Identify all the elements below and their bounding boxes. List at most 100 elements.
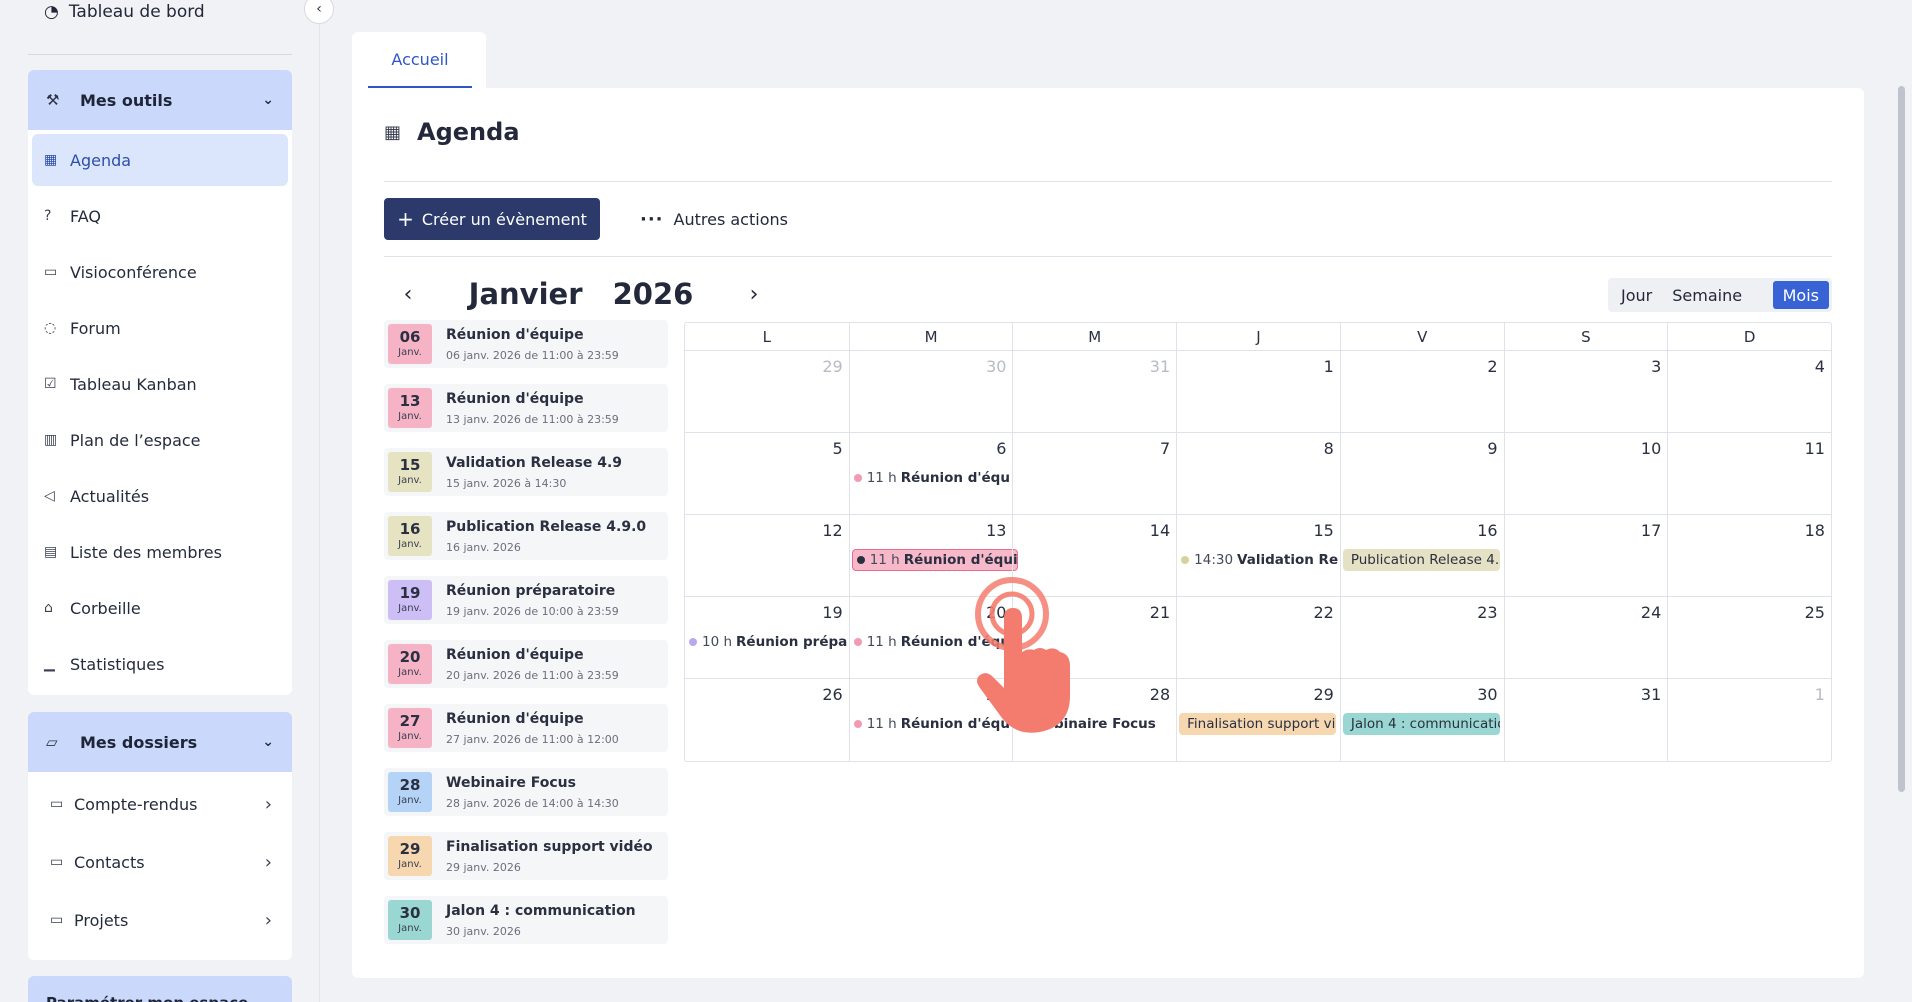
calendar-day-cell[interactable]: 1 xyxy=(1667,679,1831,761)
calendar-day-cell[interactable]: 24 xyxy=(1503,597,1668,678)
folder-item-label: Compte-rendus xyxy=(74,794,198,814)
calendar-day-cell[interactable]: 20 11 hRéunion d'équipe xyxy=(848,597,1013,678)
calendar-event[interactable]: 11 hRéunion d'équipe xyxy=(853,467,1010,489)
day-number: 18 xyxy=(1804,521,1825,540)
calendar-week-row: 29 30 31 1 2 3 4 xyxy=(685,351,1831,433)
view-week-button[interactable]: Semaine xyxy=(1662,281,1752,309)
calendar-day-cell[interactable]: 2 xyxy=(1339,351,1504,432)
calendar-day-cell[interactable]: 1 xyxy=(1176,351,1340,432)
settings-panel-header[interactable]: Paramétrer mon espace xyxy=(28,976,292,1002)
calendar-day-cell[interactable]: 31 xyxy=(1012,351,1176,432)
folder-item-contacts[interactable]: ▭ Contacts › xyxy=(34,834,286,890)
calendar-day-cell[interactable]: 28 Webinaire Focus xyxy=(1012,679,1176,761)
calendar-day-cell[interactable]: 11 xyxy=(1667,433,1831,514)
event-subtitle: 19 janv. 2026 de 10:00 à 23:59 xyxy=(446,604,619,618)
more-actions-button[interactable]: ··· Autres actions xyxy=(640,198,788,240)
weekday-label: L xyxy=(762,328,772,346)
sidebar-item-tableau-kanban[interactable]: ☑ Tableau Kanban xyxy=(32,358,288,410)
weekday-label: J xyxy=(1176,323,1340,351)
calendar-day-cell[interactable]: 19 10 hRéunion préparatoire xyxy=(685,597,849,678)
day-number: 29 xyxy=(822,357,843,376)
event-title: Réunion d'équipe xyxy=(900,716,1011,732)
event-list-item[interactable]: 06 Janv. Réunion d'équipe 06 janv. 2026 de … xyxy=(384,320,668,368)
event-list-item[interactable]: 27 Janv. Réunion d'équipe 27 janv. 2026 de … xyxy=(384,704,668,752)
event-day: 19 xyxy=(399,584,421,602)
view-switcher: Jour Semaine Mois xyxy=(1608,278,1832,312)
next-month-button[interactable]: › xyxy=(742,282,766,307)
event-list-item[interactable]: 28 Janv. Webinaire Focus 28 janv. 2026 de 1… xyxy=(384,768,668,816)
calendar-day-cell[interactable]: 10 xyxy=(1503,433,1668,514)
tools-panel-header[interactable]: ⚒ Mes outils ⌄ xyxy=(28,70,292,130)
calendar-day-cell[interactable]: 17 xyxy=(1503,515,1668,596)
calendar-day-cell[interactable]: 3 xyxy=(1503,351,1668,432)
calendar-day-cell[interactable]: 25 xyxy=(1667,597,1831,678)
calendar-day-cell[interactable]: 5 xyxy=(685,433,849,514)
event-list-item[interactable]: 19 Janv. Réunion préparatoire 19 janv. 2026… xyxy=(384,576,668,624)
checkbox-icon: ☑ xyxy=(44,376,57,392)
dashboard-link[interactable]: ◔ Tableau de bord xyxy=(44,2,205,22)
calendar-day-cell[interactable]: 6 11 hRéunion d'équipe xyxy=(848,433,1013,514)
event-list-item[interactable]: 15 Janv. Validation Release 4.9 15 janv. 20… xyxy=(384,448,668,496)
calendar-event[interactable]: 11 hRéunion d'équipe xyxy=(853,631,1010,653)
calendar-day-cell[interactable]: 12 xyxy=(685,515,849,596)
sidebar-item-plan-de-l-espace[interactable]: ▥ Plan de l’espace xyxy=(32,414,288,466)
calendar-day-cell[interactable]: 7 xyxy=(1012,433,1176,514)
calendar-day-cell[interactable]: 4 xyxy=(1667,351,1831,432)
calendar-event[interactable]: Publication Release 4.9.0 xyxy=(1342,549,1500,571)
dashboard-label: Tableau de bord xyxy=(68,2,205,22)
folder-item-projets[interactable]: ▭ Projets › xyxy=(34,892,286,948)
event-list-item[interactable]: 29 Janv. Finalisation support vidéo 29 janv… xyxy=(384,832,668,880)
calendar-day-cell[interactable]: 29 Finalisation support vidéo xyxy=(1176,679,1340,761)
calendar-day-cell[interactable]: 27 11 hRéunion d'équipe xyxy=(848,679,1013,761)
view-month-button[interactable]: Mois xyxy=(1772,281,1829,309)
tab-accueil[interactable]: Accueil xyxy=(368,32,472,88)
sidebar-item-actualit-s[interactable]: ◁ Actualités xyxy=(32,470,288,522)
calendar-event[interactable]: Jalon 4 : communication xyxy=(1342,713,1500,735)
calendar-day-cell[interactable]: 22 xyxy=(1176,597,1340,678)
view-day-button[interactable]: Jour xyxy=(1611,281,1662,309)
calendar-day-cell[interactable]: 13 11 hRéunion d'équipe xyxy=(848,515,1019,596)
calendar-event[interactable]: 11 hRéunion d'équipe xyxy=(851,549,1019,571)
calendar-event[interactable]: 14:30Validation Release 4.9 xyxy=(1181,549,1338,571)
calendar-day-cell[interactable]: 9 xyxy=(1339,433,1504,514)
calendar-day-cell[interactable]: 31 xyxy=(1503,679,1668,761)
calendar-day-cell[interactable]: 30 Jalon 4 : communication xyxy=(1339,679,1504,761)
calendar-day-cell[interactable]: 18 xyxy=(1667,515,1831,596)
folders-panel-header[interactable]: ▱ Mes dossiers ⌄ xyxy=(28,712,292,772)
tools-list: ▦ Agenda? FAQ ▭ Visioconférence ◌ Forum ☑ Tablea… xyxy=(28,134,292,690)
calendar-day-cell[interactable]: 30 xyxy=(848,351,1013,432)
calendar-day-cell[interactable]: 15 14:30Validation Release 4.9 xyxy=(1176,515,1340,596)
sidebar-item-liste-des-membres[interactable]: ▤ Liste des membres xyxy=(32,526,288,578)
previous-month-button[interactable]: ‹ xyxy=(396,282,420,307)
calendar-day-cell[interactable]: 16 Publication Release 4.9.0 xyxy=(1339,515,1504,596)
collapse-sidebar-button[interactable]: ‹ xyxy=(304,0,334,24)
event-month: Janv. xyxy=(398,475,422,486)
event-list-item[interactable]: 20 Janv. Réunion d'équipe 20 janv. 2026 de … xyxy=(384,640,668,688)
page-scrollbar[interactable] xyxy=(1898,86,1905,792)
calendar-event[interactable]: Webinaire Focus xyxy=(1017,713,1174,735)
day-number: 25 xyxy=(1804,603,1825,622)
sidebar-item-statistiques[interactable]: ▁ Statistiques xyxy=(32,638,288,690)
sidebar-item-corbeille[interactable]: ⌂ Corbeille xyxy=(32,582,288,634)
day-number: 22 xyxy=(1313,603,1334,622)
calendar-event[interactable]: 11 hRéunion d'équipe xyxy=(853,713,1011,735)
calendar-day-cell[interactable]: 14 xyxy=(1012,515,1176,596)
sidebar-item-agenda[interactable]: ▦ Agenda xyxy=(32,134,288,186)
calendar-day-cell[interactable]: 8 xyxy=(1176,433,1340,514)
calendar-event[interactable]: 10 hRéunion préparatoire xyxy=(689,631,847,653)
calendar-day-cell[interactable]: 26 xyxy=(685,679,849,761)
calendar-day-cell[interactable]: 21 xyxy=(1012,597,1176,678)
event-list-item[interactable]: 16 Janv. Publication Release 4.9.0 16 janv.… xyxy=(384,512,668,560)
day-number: 28 xyxy=(1149,685,1171,704)
calendar-day-cell[interactable]: 29 xyxy=(685,351,849,432)
calendar-event[interactable]: Finalisation support vidéo xyxy=(1179,713,1336,735)
calendar-day-cell[interactable]: 23 xyxy=(1339,597,1504,678)
event-day: 27 xyxy=(399,712,421,730)
sidebar-item-visioconf-rence[interactable]: ▭ Visioconférence xyxy=(32,246,288,298)
sidebar-item-forum[interactable]: ◌ Forum xyxy=(32,302,288,354)
folder-item-compte-rendus[interactable]: ▭ Compte-rendus › xyxy=(34,776,286,832)
sidebar-item-faq[interactable]: ? FAQ xyxy=(32,190,288,242)
create-event-button[interactable]: + Créer un évènement xyxy=(384,198,600,240)
event-list-item[interactable]: 30 Janv. Jalon 4 : communication 30 janv. 2… xyxy=(384,896,668,944)
event-list-item[interactable]: 13 Janv. Réunion d'équipe 13 janv. 2026 de … xyxy=(384,384,668,432)
